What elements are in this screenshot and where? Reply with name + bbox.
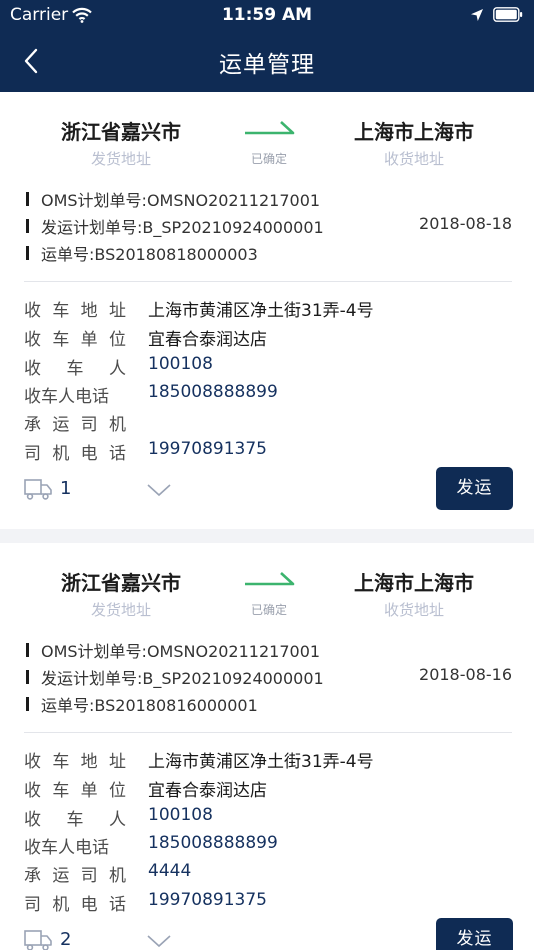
waybill-number: BS20180818000003 bbox=[94, 245, 258, 264]
address-label: 收车地址 bbox=[24, 752, 126, 772]
route-header: 浙江省嘉兴市 发货地址 已确定 上海市上海市 收货地址 bbox=[0, 92, 534, 180]
arrow-right-icon bbox=[245, 572, 295, 586]
person-value: 100108 bbox=[148, 354, 213, 374]
address-row: 收车地址 上海市黄浦区净土街31弄-4号 bbox=[24, 747, 514, 773]
waybill-number: BS20180816000001 bbox=[94, 696, 258, 715]
to-address-label: 收货地址 bbox=[383, 150, 444, 168]
address-label: 收车地址 bbox=[24, 301, 126, 321]
phone-value[interactable]: 185008888899 bbox=[148, 382, 278, 402]
chevron-down-icon[interactable] bbox=[146, 933, 172, 949]
oms-row: OMS计划单号:OMSNO20211217001 bbox=[26, 638, 512, 662]
order-info: OMS计划单号:OMSNO20211217001 发运计划单号:B_SP2021… bbox=[0, 180, 534, 272]
phone-row: 收车人电话 185008888899 bbox=[24, 833, 514, 859]
from-city: 浙江省嘉兴市 bbox=[61, 571, 181, 595]
status-time: 11:59 AM bbox=[221, 5, 313, 25]
person-row: 收车人 100108 bbox=[24, 805, 514, 831]
waybill-row: 运单号:BS20180816000001 bbox=[26, 692, 512, 716]
waybill-card: 浙江省嘉兴市 发货地址 已确定 上海市上海市 收货地址 OMS计划单号:OMSN… bbox=[0, 543, 534, 950]
truck-count: 1 bbox=[60, 478, 72, 499]
chevron-down-icon[interactable] bbox=[146, 482, 172, 498]
driver-label: 承运司机 bbox=[24, 866, 126, 886]
plan-number: B_SP20210924000001 bbox=[142, 669, 324, 688]
person-value: 100108 bbox=[148, 805, 213, 825]
driver-row: 承运司机 bbox=[24, 410, 514, 436]
order-date: 2018-08-16 bbox=[419, 665, 512, 684]
page-title: 运单管理 bbox=[219, 52, 315, 78]
route-header: 浙江省嘉兴市 发货地址 已确定 上海市上海市 收货地址 bbox=[0, 543, 534, 631]
order-date: 2018-08-18 bbox=[419, 214, 512, 233]
status-label: 已确定 bbox=[250, 152, 287, 166]
plan-row: 发运计划单号:B_SP20210924000001 2018-08-18 bbox=[26, 214, 512, 238]
order-info: OMS计划单号:OMSNO20211217001 发运计划单号:B_SP2021… bbox=[0, 631, 534, 723]
ship-button[interactable]: 发运 bbox=[436, 467, 513, 510]
from-address-label: 发货地址 bbox=[90, 601, 151, 619]
to-city: 上海市上海市 bbox=[354, 571, 474, 595]
from-address-label: 发货地址 bbox=[90, 150, 151, 168]
plan-row: 发运计划单号:B_SP20210924000001 2018-08-16 bbox=[26, 665, 512, 689]
nav-bar: 运单管理 bbox=[0, 30, 534, 92]
status-bar: Carrier 11:59 AM bbox=[0, 0, 534, 30]
phone-row: 收车人电话 185008888899 bbox=[24, 382, 514, 408]
unit-label: 收车单位 bbox=[24, 781, 126, 801]
status-label: 已确定 bbox=[250, 603, 287, 617]
oms-number: OMSNO20211217001 bbox=[146, 191, 321, 210]
from-city: 浙江省嘉兴市 bbox=[61, 120, 181, 144]
unit-value: 宜春合泰润达店 bbox=[148, 330, 267, 350]
driver-phone-value[interactable]: 19970891375 bbox=[148, 890, 267, 910]
unit-row: 收车单位 宜春合泰润达店 bbox=[24, 776, 514, 802]
driver-row: 承运司机 4444 bbox=[24, 861, 514, 887]
phone-label: 收车人电话 bbox=[24, 387, 109, 407]
phone-label: 收车人电话 bbox=[24, 838, 109, 858]
person-label: 收车人 bbox=[24, 359, 126, 379]
driver-label: 承运司机 bbox=[24, 415, 126, 435]
waybill-row: 运单号:BS20180818000003 bbox=[26, 241, 512, 265]
plan-number: B_SP20210924000001 bbox=[142, 218, 324, 237]
truck-icon bbox=[24, 479, 52, 500]
truck-count: 2 bbox=[60, 929, 72, 950]
driver-phone-value[interactable]: 19970891375 bbox=[148, 439, 267, 459]
arrow-right-icon bbox=[245, 121, 295, 135]
driver-phone-label: 司机电话 bbox=[24, 895, 126, 915]
waybill-card: 浙江省嘉兴市 发货地址 已确定 上海市上海市 收货地址 OMS计划单号:OMSN… bbox=[0, 92, 534, 529]
location-icon bbox=[471, 9, 483, 21]
address-row: 收车地址 上海市黄浦区净土街31弄-4号 bbox=[24, 296, 514, 322]
address-value: 上海市黄浦区净土街31弄-4号 bbox=[148, 752, 374, 772]
address-value: 上海市黄浦区净土街31弄-4号 bbox=[148, 301, 374, 321]
driver-phone-label: 司机电话 bbox=[24, 444, 126, 464]
battery-icon bbox=[493, 7, 523, 22]
to-city: 上海市上海市 bbox=[354, 120, 474, 144]
oms-number: OMSNO20211217001 bbox=[146, 642, 321, 661]
to-address-label: 收货地址 bbox=[383, 601, 444, 619]
driver-value: 4444 bbox=[148, 861, 192, 881]
oms-row: OMS计划单号:OMSNO20211217001 bbox=[26, 187, 512, 211]
person-label: 收车人 bbox=[24, 810, 126, 830]
phone-value[interactable]: 185008888899 bbox=[148, 833, 278, 853]
divider bbox=[24, 281, 512, 282]
driver-phone-row: 司机电话 19970891375 bbox=[24, 890, 514, 916]
unit-label: 收车单位 bbox=[24, 330, 126, 350]
ship-button[interactable]: 发运 bbox=[436, 918, 513, 950]
person-row: 收车人 100108 bbox=[24, 354, 514, 380]
unit-row: 收车单位 宜春合泰润达店 bbox=[24, 325, 514, 351]
truck-icon bbox=[24, 930, 52, 950]
driver-phone-row: 司机电话 19970891375 bbox=[24, 439, 514, 465]
divider bbox=[24, 732, 512, 733]
unit-value: 宜春合泰润达店 bbox=[148, 781, 267, 801]
